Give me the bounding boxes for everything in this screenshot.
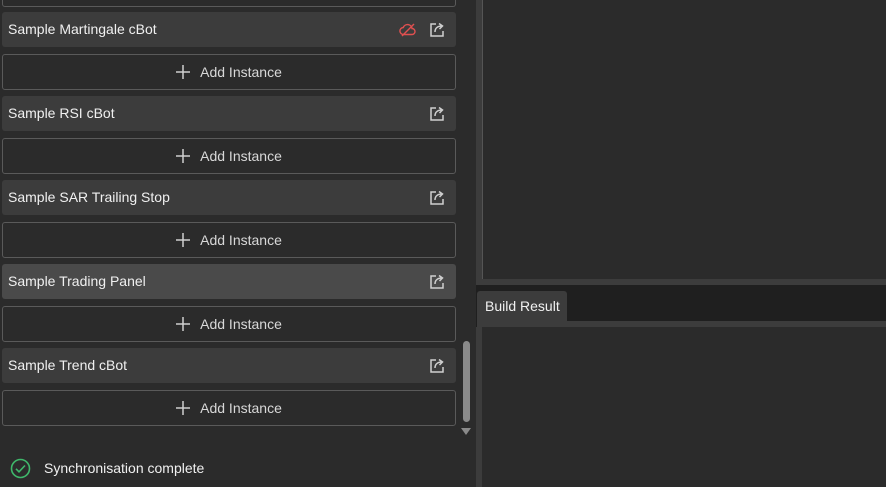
- add-instance-button[interactable]: Add Instance: [2, 138, 456, 174]
- add-instance-label: Add Instance: [200, 316, 282, 332]
- list-scrollbar[interactable]: [460, 0, 474, 445]
- bot-row-sar-trailing-stop[interactable]: Sample SAR Trailing Stop: [2, 180, 456, 215]
- bots-panel: Sample Martingale cBot Add Instance Samp…: [0, 0, 476, 487]
- bot-name: Sample Trend cBot: [8, 357, 128, 373]
- add-instance-button[interactable]: Add Instance: [2, 222, 456, 258]
- plus-icon: [176, 233, 191, 247]
- add-instance-button[interactable]: Add Instance: [2, 390, 456, 426]
- open-external-icon[interactable]: [428, 189, 446, 207]
- bot-row-trend[interactable]: Sample Trend cBot: [2, 348, 456, 383]
- add-instance-button-partial[interactable]: [2, 0, 456, 7]
- plus-icon: [176, 317, 191, 331]
- scrollbar-thumb[interactable]: [463, 341, 470, 422]
- plus-icon: [176, 401, 191, 415]
- bot-name: Sample RSI cBot: [8, 105, 115, 121]
- horizontal-splitter[interactable]: [476, 279, 886, 285]
- status-text: Synchronisation complete: [44, 460, 205, 476]
- build-result-content[interactable]: [482, 327, 886, 487]
- bot-row-trading-panel[interactable]: Sample Trading Panel: [2, 264, 456, 299]
- add-instance-button[interactable]: Add Instance: [2, 306, 456, 342]
- right-panel: Build Result: [476, 0, 886, 487]
- tab-build-result[interactable]: Build Result: [477, 291, 567, 321]
- cloud-off-icon[interactable]: [399, 21, 417, 39]
- sync-status: Synchronisation complete: [10, 457, 204, 479]
- build-result-tab-label: Build Result: [485, 298, 560, 314]
- plus-icon: [176, 149, 191, 163]
- check-circle-icon: [10, 458, 31, 478]
- add-instance-label: Add Instance: [200, 64, 282, 80]
- editor-pane[interactable]: [482, 0, 886, 279]
- add-instance-label: Add Instance: [200, 232, 282, 248]
- add-instance-label: Add Instance: [200, 400, 282, 416]
- bot-name: Sample Martingale cBot: [8, 21, 157, 37]
- bot-row-martingale[interactable]: Sample Martingale cBot: [2, 12, 456, 47]
- open-external-icon[interactable]: [428, 357, 446, 375]
- open-external-icon[interactable]: [428, 273, 446, 291]
- plus-icon: [176, 65, 191, 79]
- open-external-icon[interactable]: [428, 21, 446, 39]
- bot-row-rsi[interactable]: Sample RSI cBot: [2, 96, 456, 131]
- bot-name: Sample SAR Trailing Stop: [8, 189, 170, 205]
- scroll-down-arrow-icon[interactable]: [461, 428, 471, 435]
- add-instance-label: Add Instance: [200, 148, 282, 164]
- add-instance-button[interactable]: Add Instance: [2, 54, 456, 90]
- open-external-icon[interactable]: [428, 105, 446, 123]
- bot-name: Sample Trading Panel: [8, 273, 146, 289]
